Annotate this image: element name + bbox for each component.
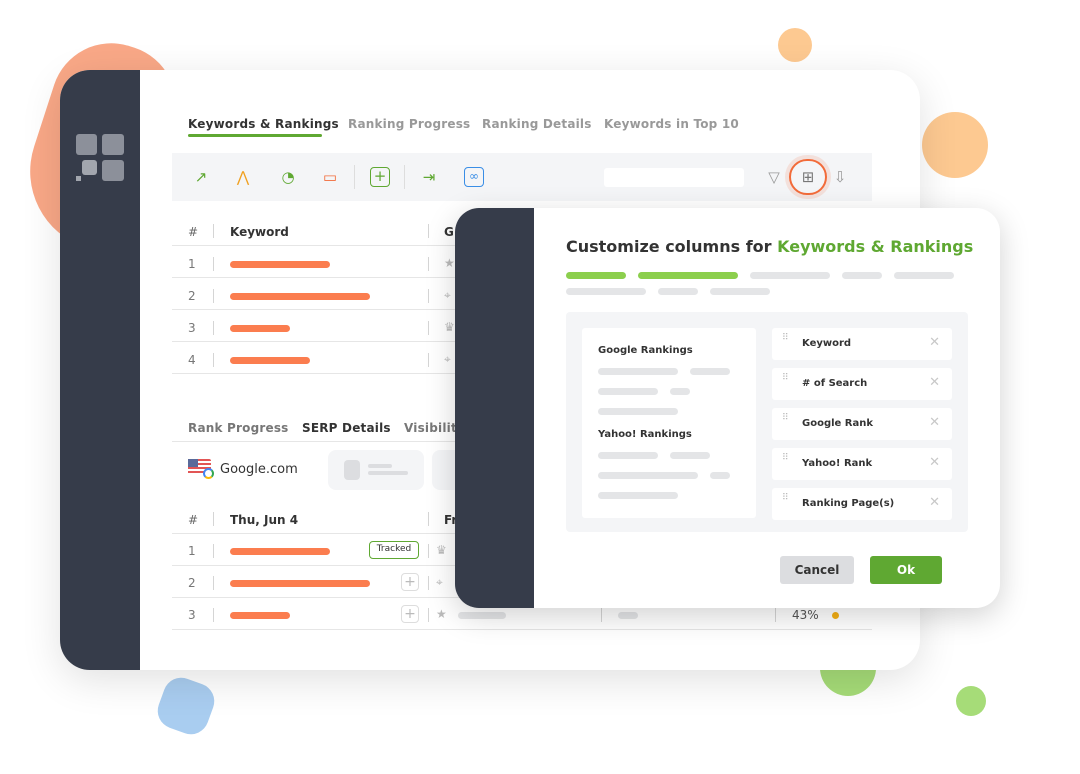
selected-column-item[interactable]: ⠿ Yahoo! Rank ✕ bbox=[772, 448, 952, 480]
decor-blob-blue bbox=[152, 672, 220, 740]
remove-icon[interactable]: ✕ bbox=[929, 455, 940, 470]
visibility-percent: 43% bbox=[792, 608, 819, 622]
crown-icon: ♛ bbox=[436, 543, 447, 557]
engine-card[interactable] bbox=[328, 450, 424, 490]
add-icon[interactable]: + bbox=[370, 167, 390, 187]
group-yahoo-rankings[interactable]: Yahoo! Rankings bbox=[598, 429, 692, 440]
decor-circle bbox=[778, 28, 812, 62]
active-tab-underline bbox=[188, 134, 322, 137]
speed-refresh-icon[interactable]: ◔ bbox=[278, 167, 298, 187]
add-track-button[interactable]: + bbox=[401, 573, 419, 591]
selected-column-item[interactable]: ⠿ Google Rank ✕ bbox=[772, 408, 952, 440]
tracked-badge[interactable]: Tracked bbox=[369, 541, 419, 559]
search-input[interactable] bbox=[604, 168, 744, 187]
sidebar bbox=[60, 70, 140, 670]
ads-refresh-icon[interactable]: ⋀ bbox=[233, 167, 253, 187]
app-logo bbox=[76, 134, 124, 182]
add-track-button[interactable]: + bbox=[401, 605, 419, 623]
subtab-serp-details[interactable]: SERP Details bbox=[302, 421, 391, 435]
columns-icon: ⊞ bbox=[801, 168, 815, 186]
import-icon[interactable]: ⇥ bbox=[419, 167, 439, 187]
columns-button[interactable]: ⊞ bbox=[789, 159, 827, 195]
dialog-sidebar bbox=[455, 208, 534, 608]
location-icon: ⌖ bbox=[444, 288, 451, 302]
col-header-date[interactable]: Thu, Jun 4 bbox=[230, 513, 298, 527]
drag-handle-icon[interactable]: ⠿ bbox=[782, 374, 790, 383]
col-header-keyword[interactable]: Keyword bbox=[230, 225, 289, 239]
group-google-rankings[interactable]: Google Rankings bbox=[598, 345, 693, 356]
selected-column-item[interactable]: ⠿ Keyword ✕ bbox=[772, 328, 952, 360]
star-icon: ★ bbox=[444, 256, 455, 270]
drag-handle-icon[interactable]: ⠿ bbox=[782, 494, 790, 503]
remove-icon[interactable]: ✕ bbox=[929, 375, 940, 390]
drag-handle-icon[interactable]: ⠿ bbox=[782, 334, 790, 343]
col-header-num: # bbox=[188, 225, 199, 239]
tab-ranking-details[interactable]: Ranking Details bbox=[482, 117, 592, 131]
subtab-rank-progress[interactable]: Rank Progress bbox=[188, 421, 289, 435]
export-icon[interactable]: ⇩ bbox=[830, 167, 850, 187]
remove-icon[interactable]: ✕ bbox=[929, 415, 940, 430]
selected-column-item[interactable]: ⠿ Ranking Page(s) ✕ bbox=[772, 488, 952, 520]
location-icon: ⌖ bbox=[444, 352, 451, 366]
star-icon: ★ bbox=[436, 607, 447, 621]
tab-keywords-top10[interactable]: Keywords in Top 10 bbox=[604, 117, 739, 131]
tab-ranking-progress[interactable]: Ranking Progress bbox=[348, 117, 470, 131]
decor-circle bbox=[922, 112, 988, 178]
customize-columns-dialog: Customize columns for Keywords & Ranking… bbox=[455, 208, 1000, 608]
dialog-title: Customize columns for Keywords & Ranking… bbox=[566, 237, 974, 256]
drag-handle-icon[interactable]: ⠿ bbox=[782, 414, 790, 423]
search-engine-label[interactable]: Google.com bbox=[220, 462, 298, 477]
decor-circle bbox=[956, 686, 986, 716]
tab-keywords-rankings[interactable]: Keywords & Rankings bbox=[188, 117, 339, 131]
remove-icon[interactable]: ✕ bbox=[929, 495, 940, 510]
available-columns: Google Rankings Yahoo! Rankings bbox=[582, 328, 756, 518]
filter-icon[interactable]: ▽ bbox=[764, 167, 784, 187]
status-dot bbox=[832, 612, 839, 619]
us-flag-google-icon bbox=[188, 459, 214, 479]
remove-icon[interactable]: ✕ bbox=[929, 335, 940, 350]
trend-refresh-icon[interactable]: ↗ bbox=[191, 167, 211, 187]
link-icon[interactable]: ∞ bbox=[464, 167, 484, 187]
location-icon: ⌖ bbox=[436, 575, 443, 589]
selected-column-item[interactable]: ⠿ # of Search ✕ bbox=[772, 368, 952, 400]
calendar-alert-icon[interactable]: ▭ bbox=[320, 167, 340, 187]
ok-button[interactable]: Ok bbox=[870, 556, 942, 584]
col-header-g[interactable]: G bbox=[444, 225, 454, 239]
toolbar: ↗ ⋀ ◔ ▭ + ⇥ ∞ ▽ ⊞ ⇩ bbox=[172, 153, 872, 201]
drag-handle-icon[interactable]: ⠿ bbox=[782, 454, 790, 463]
crown-icon: ♛ bbox=[444, 320, 455, 334]
cancel-button[interactable]: Cancel bbox=[780, 556, 854, 584]
col-header-num: # bbox=[188, 513, 199, 527]
